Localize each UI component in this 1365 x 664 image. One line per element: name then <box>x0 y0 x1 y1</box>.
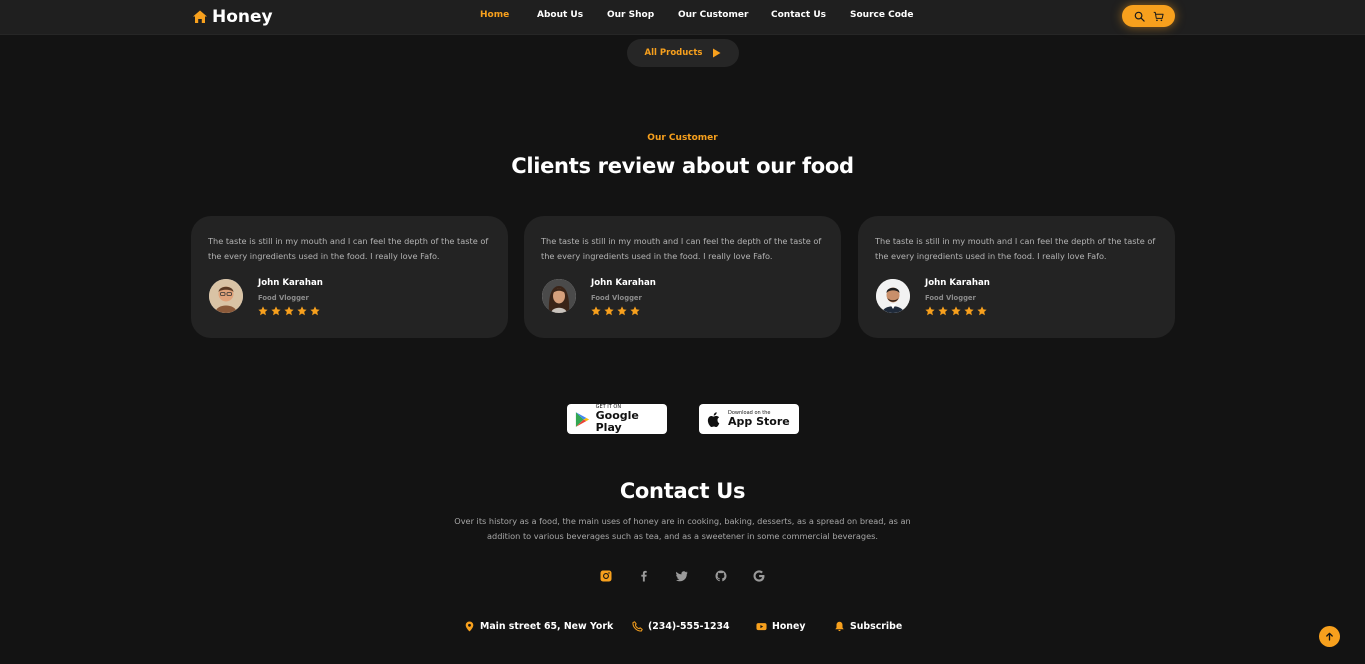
phone-icon <box>632 620 643 632</box>
all-products-label: All Products <box>644 48 703 58</box>
reviewer-name: John Karahan <box>925 278 990 288</box>
reviewer-role: Food Vlogger <box>591 294 642 302</box>
star-rating <box>591 306 640 316</box>
star-icon <box>297 306 307 316</box>
brand-logo[interactable]: Honey <box>192 6 273 28</box>
navbar: Honey Home About Us Our Shop Our Custome… <box>0 0 1365 35</box>
star-icon <box>630 306 640 316</box>
star-icon <box>617 306 627 316</box>
contact-title: Contact Us <box>619 479 746 503</box>
contact-info-row: Main street 65, New York (234)-555-1234 … <box>0 617 1365 637</box>
search-icon[interactable] <box>1134 11 1145 22</box>
youtube-icon <box>756 622 767 630</box>
star-rating <box>925 306 987 316</box>
star-icon <box>271 306 281 316</box>
subscribe-text: Subscribe <box>850 620 903 632</box>
star-icon <box>925 306 935 316</box>
reviewer-name: John Karahan <box>591 278 656 288</box>
github-icon[interactable] <box>713 568 729 584</box>
google-play-badge[interactable]: GET IT ON Google Play <box>567 404 667 434</box>
avatar <box>209 279 243 313</box>
star-icon <box>964 306 974 316</box>
home-icon <box>193 10 207 23</box>
review-text: The taste is still in my mouth and I can… <box>541 236 822 261</box>
bell-icon <box>835 621 844 631</box>
reviews-title: Clients review about our food <box>511 154 854 178</box>
star-icon <box>310 306 320 316</box>
nav-about-us[interactable]: About Us <box>537 10 583 20</box>
app-store-badge[interactable]: Download on the App Store <box>699 404 799 434</box>
nav-contact-us[interactable]: Contact Us <box>771 10 826 20</box>
reviews-kicker: Our Customer <box>647 133 718 143</box>
star-icon <box>284 306 294 316</box>
app-store-big: App Store <box>728 415 790 428</box>
star-icon <box>951 306 961 316</box>
review-card: The taste is still in my mouth and I can… <box>524 216 841 338</box>
search-cart-pill <box>1122 5 1175 27</box>
review-text: The taste is still in my mouth and I can… <box>875 236 1156 261</box>
subscribe-item[interactable]: Subscribe <box>834 617 902 635</box>
cart-icon[interactable] <box>1153 11 1164 22</box>
youtube-text: Honey <box>772 620 806 632</box>
star-icon <box>604 306 614 316</box>
twitter-icon[interactable] <box>674 568 690 584</box>
arrow-up-icon <box>1326 632 1333 641</box>
star-icon <box>591 306 601 316</box>
contact-description: Over its history as a food, the main use… <box>454 516 911 541</box>
nav-our-shop[interactable]: Our Shop <box>607 10 654 20</box>
facebook-icon[interactable] <box>636 568 652 584</box>
social-links <box>592 566 772 586</box>
google-play-big: Google Play <box>595 409 639 434</box>
reviewer-role: Food Vlogger <box>258 294 309 302</box>
location-pin-icon <box>465 621 474 631</box>
instagram-icon[interactable] <box>598 568 614 584</box>
star-icon <box>977 306 987 316</box>
address-item: Main street 65, New York <box>464 617 613 635</box>
avatar <box>876 279 910 313</box>
play-icon <box>713 48 721 58</box>
star-icon <box>938 306 948 316</box>
phone-item[interactable]: (234)-555-1234 <box>632 617 730 635</box>
nav-our-customer[interactable]: Our Customer <box>678 10 748 20</box>
review-text: The taste is still in my mouth and I can… <box>208 236 489 261</box>
reviewer-role: Food Vlogger <box>925 294 976 302</box>
avatar <box>542 279 576 313</box>
star-rating <box>258 306 320 316</box>
address-text: Main street 65, New York <box>480 620 614 632</box>
reviewer-name: John Karahan <box>258 278 323 288</box>
youtube-item[interactable]: Honey <box>756 617 805 635</box>
phone-text: (234)-555-1234 <box>648 620 730 632</box>
apple-icon <box>707 411 720 427</box>
star-icon <box>258 306 268 316</box>
google-icon[interactable] <box>751 568 767 584</box>
scroll-to-top-button[interactable] <box>1319 626 1340 647</box>
google-play-icon <box>575 411 590 427</box>
nav-home[interactable]: Home <box>480 10 509 20</box>
nav-source-code[interactable]: Source Code <box>850 10 913 20</box>
brand-name: Honey <box>212 7 273 27</box>
review-card: The taste is still in my mouth and I can… <box>858 216 1175 338</box>
all-products-button[interactable]: All Products <box>627 39 739 67</box>
review-card: The taste is still in my mouth and I can… <box>191 216 508 338</box>
